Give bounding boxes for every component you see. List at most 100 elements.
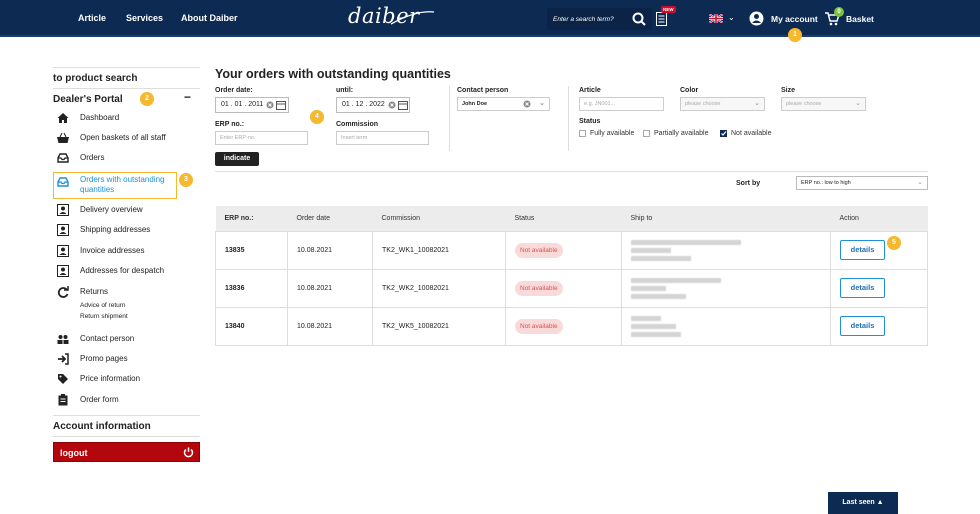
divider [215,171,928,172]
tray-icon [57,177,69,187]
partially-available-label: Partially available [654,130,709,137]
status-badge: Not available [515,242,563,258]
sidebar-item-label: Order form [80,395,119,404]
sidebar-item-outstanding-label[interactable]: Orders with outstanding quantities [80,175,176,195]
sidebar-item-returns[interactable]: Returns [53,283,200,301]
sidebar-item-shipping[interactable]: Shipping addresses [53,221,200,239]
redacted-address [631,247,671,253]
person-card-icon [57,245,69,257]
sidebar-item-label: Invoice addresses [80,246,145,255]
details-button[interactable]: details [840,316,885,336]
divider [53,415,200,416]
erp-input[interactable]: Enter ERP-no. [215,131,308,145]
tray-icon [57,153,69,163]
calendar-icon[interactable] [398,100,408,110]
account-icon[interactable] [749,11,764,26]
sidebar-item-delivery[interactable]: Delivery overview [53,201,200,219]
marker-5: 5 [887,236,901,250]
clear-icon[interactable] [388,101,396,109]
clear-icon[interactable] [523,100,531,108]
date-cell: 10.08.2021 [287,268,373,308]
redacted-address [631,323,676,329]
nav-article[interactable]: Article [78,13,106,23]
fully-available-checkbox[interactable] [579,130,586,137]
calendar-icon[interactable] [276,100,286,110]
color-select[interactable]: please choose ⌄ [680,97,765,111]
sidebar-item-price[interactable]: Price information [53,370,200,388]
contact-label: Contact person [457,87,509,94]
size-placeholder: please choose [786,101,822,107]
my-account-link[interactable]: My account [771,14,818,24]
details-button[interactable]: details [840,240,885,260]
sidebar-item-dashboard[interactable]: Dashboard [53,109,200,127]
basket-link[interactable]: Basket [846,14,874,24]
sidebar-item-open-baskets[interactable]: Open baskets of all staff [53,129,200,147]
header-ship-to: Ship to [621,206,831,231]
search-input[interactable] [547,8,627,30]
redacted-address [631,255,691,261]
commission-input[interactable]: Insert term [336,131,429,145]
article-label: Article [579,87,601,94]
clear-icon[interactable] [266,101,274,109]
product-search-link[interactable]: to product search [53,73,137,84]
not-available-checkbox[interactable] [720,130,727,137]
commission-cell: TK2_WK1_10082021 [372,230,506,270]
house-icon [57,113,69,123]
account-information-title[interactable]: Account information [53,421,151,432]
last-seen-button[interactable]: Last seen ▲ [828,492,898,514]
marker-3: 3 [179,173,193,187]
article-input[interactable]: e.g. JN001... [579,97,664,111]
status-cell: Not available [505,306,622,346]
logout-button[interactable]: logout [53,442,200,462]
sidebar-subitem-shipment[interactable]: Return shipment [80,313,128,320]
details-button[interactable]: details [840,278,885,298]
sidebar-item-label: Orders [80,153,105,162]
chevron-down-icon: ⌄ [754,100,760,107]
nav-about[interactable]: About Daiber [181,13,238,23]
commission-cell: TK2_WK5_10082021 [372,306,506,346]
date-cell: 10.08.2021 [287,230,373,270]
sidebar-item-invoice[interactable]: Invoice addresses [53,242,200,260]
sidebar-subitem-advice[interactable]: Advice of return [80,302,126,309]
marker-4: 4 [310,110,324,124]
sidebar-item-order-form[interactable]: Order form [53,391,200,409]
divider [53,88,200,89]
table-row: 13835 10.08.2021 TK2_WK1_10082021 Not av… [215,230,928,270]
sidebar-item-promo[interactable]: Promo pages [53,350,200,368]
order-date-value: 01 . 01 . 2011 [221,101,264,108]
order-list-icon[interactable] [656,12,667,26]
cart-count-badge: 0 [834,7,844,17]
sort-value: ERP no.: low to high [801,180,851,186]
divider [53,436,200,437]
contact-value: John Doe [462,101,488,107]
not-available-label: Not available [731,130,772,137]
status-badge: Not available [515,280,563,296]
dealers-portal-title[interactable]: Dealer's Portal [53,94,123,105]
orders-table: ERP no.: Order date Commission Status Sh… [215,206,928,346]
sort-by-label: Sort by [736,180,761,187]
contact-select[interactable]: John Doe ⌄ [457,97,550,111]
sidebar-item-contact[interactable]: Contact person [53,330,200,348]
chevron-down-icon: ⌄ [917,179,923,186]
sort-select[interactable]: ERP no.: low to high ⌄ [796,176,928,190]
commission-cell: TK2_WK2_10082021 [372,268,506,308]
sidebar-item-despatch[interactable]: Addresses for despatch [53,262,200,280]
nav-services[interactable]: Services [126,13,163,23]
indicate-button[interactable]: indicate [215,152,259,166]
sidebar-item-label: Addresses for despatch [80,266,165,275]
size-label: Size [781,87,796,94]
redacted-address [631,331,681,337]
partially-available-checkbox[interactable] [643,130,650,137]
collapse-icon[interactable]: − [184,90,191,104]
sidebar-item-label: Delivery overview [80,205,143,214]
uk-flag-icon[interactable] [709,14,723,23]
new-badge: NEW [661,6,676,13]
language-chevron-down-icon[interactable]: ⌄ [728,13,735,22]
refresh-icon [57,286,69,298]
redacted-address [631,293,686,299]
sidebar-item-label: Returns [80,287,109,296]
header-commission: Commission [372,206,506,231]
search-icon[interactable] [632,12,646,26]
sidebar-item-orders[interactable]: Orders [53,149,200,167]
size-select[interactable]: please choose ⌄ [781,97,866,111]
